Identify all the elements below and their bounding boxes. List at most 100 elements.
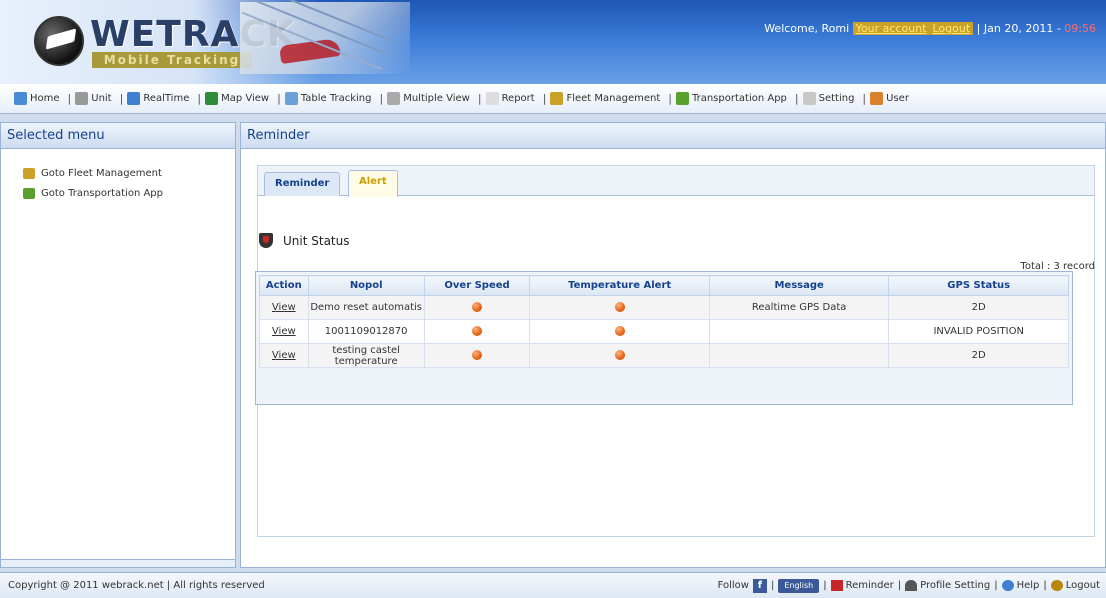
column-header[interactable]: Nopol — [307, 275, 425, 296]
temperature-alert-cell — [529, 295, 710, 320]
column-header[interactable]: Temperature Alert — [529, 275, 710, 296]
table-row: View 1001109012870 INVALID POSITION — [259, 319, 1069, 344]
your-account-link[interactable]: Your account — [852, 22, 930, 35]
facebook-icon[interactable]: f — [752, 578, 767, 593]
help-link[interactable]: Help — [1001, 580, 1040, 591]
nav-item-label: Table Tracking — [300, 93, 372, 104]
separator: | — [994, 580, 998, 591]
nav-separator: | — [119, 92, 124, 105]
nav-item-home[interactable]: Home — [14, 92, 60, 105]
nav-item-setting[interactable]: Setting — [802, 92, 854, 105]
over-speed-cell — [423, 295, 531, 320]
unit-icon — [75, 92, 89, 105]
column-header[interactable]: GPS Status — [888, 275, 1069, 296]
nav-item-label: User — [886, 93, 909, 104]
report-icon — [485, 92, 499, 105]
nav-separator: | — [862, 92, 867, 105]
separator: | — [976, 22, 981, 35]
separator: | — [897, 580, 902, 591]
column-header[interactable]: Message — [708, 275, 890, 296]
transport-icon — [675, 92, 689, 105]
header-logout-link[interactable]: Logout — [929, 22, 974, 35]
main-panel: Reminder Reminder Alert Unit Status Tota… — [240, 122, 1106, 568]
nav-item-realtime[interactable]: RealTime — [127, 92, 189, 105]
left-menu-item[interactable]: Goto Transportation App — [1, 183, 235, 203]
footer-reminder-label: Reminder — [845, 580, 894, 591]
transport-icon — [23, 187, 35, 199]
tab-alert[interactable]: Alert — [348, 170, 398, 197]
over-speed-status-icon — [472, 326, 483, 336]
nav-item-user[interactable]: User — [870, 92, 909, 105]
left-menu-item[interactable]: Goto Fleet Management — [1, 163, 235, 183]
nav-separator: | — [277, 92, 281, 105]
nav-item-label: Unit — [91, 93, 112, 104]
temperature-alert-status-icon — [614, 350, 625, 360]
view-link-cell: View — [259, 343, 309, 368]
left-panel-resize-handle[interactable] — [1, 559, 235, 567]
footer-reminder-link[interactable]: Reminder — [830, 580, 894, 591]
temperature-alert-cell — [529, 343, 710, 368]
message-cell: Realtime GPS Data — [708, 295, 890, 320]
nav-item-fleet-management[interactable]: Fleet Management — [550, 92, 660, 105]
nav-item-transportation-app[interactable]: Transportation App — [675, 92, 787, 105]
user-icon — [870, 92, 884, 105]
temperature-alert-status-icon — [614, 326, 625, 336]
column-header[interactable]: Action — [259, 275, 309, 296]
nav-separator: | — [477, 92, 482, 105]
gps-status-cell: 2D — [888, 343, 1069, 368]
shield-icon — [259, 233, 273, 248]
view-link[interactable]: View — [272, 326, 296, 337]
nav-item-multiple-view[interactable]: Multiple View — [387, 92, 470, 105]
footer-logout-link[interactable]: Logout — [1050, 580, 1100, 591]
nopol-cell: testing castel temperature — [307, 343, 425, 368]
header-time: 09:56 — [1064, 22, 1096, 35]
help-icon — [1001, 580, 1014, 591]
nav-separator: | — [668, 92, 672, 105]
facebook-like-badge[interactable]: English — [778, 578, 820, 593]
gps-status: INVALID POSITION — [933, 326, 1024, 337]
nopol: testing castel temperature — [332, 344, 400, 367]
view-link-cell: View — [259, 319, 309, 344]
nopol: 1001109012870 — [324, 326, 408, 337]
over-speed-status-icon — [472, 350, 483, 360]
nav-item-unit[interactable]: Unit — [75, 92, 112, 105]
logo-icon — [34, 16, 84, 66]
temperature-alert-status-icon — [614, 302, 625, 312]
tab-reminder[interactable]: Reminder — [264, 172, 341, 196]
nav-item-table-tracking[interactable]: Table Tracking — [284, 92, 372, 105]
date-dash: - — [1056, 22, 1061, 35]
logo-subtitle: Mobile Tracking — [92, 52, 252, 68]
gps-status-cell: 2D — [888, 295, 1069, 320]
nav-item-report[interactable]: Report — [485, 92, 535, 105]
welcome-text: Welcome, Romi — [764, 22, 850, 35]
profile-setting-link[interactable]: Profile Setting — [905, 580, 990, 591]
view-link[interactable]: View — [272, 350, 296, 361]
table-body: View Demo reset automatis Realtime GPS Dat… — [259, 295, 1069, 368]
nav-item-label: Fleet Management — [566, 93, 661, 104]
welcome-bar: Welcome, Romi Your account Logout | Jan 2… — [764, 22, 1096, 35]
logout-icon — [1050, 580, 1063, 591]
profile-setting-label: Profile Setting — [920, 580, 991, 591]
separator: | — [823, 580, 827, 591]
left-menu-item-label: Goto Transportation App — [41, 187, 164, 199]
separator: | — [770, 580, 775, 591]
header-map-illustration — [240, 2, 410, 74]
over-speed-cell — [423, 319, 531, 344]
help-label: Help — [1016, 580, 1040, 591]
message-cell — [708, 343, 890, 368]
gps-status: 2D — [971, 302, 986, 313]
nopol: Demo reset automatis — [310, 302, 422, 313]
section-title: Unit Status — [283, 233, 350, 248]
nav-separator: | — [197, 92, 202, 105]
table-row: View Demo reset automatis Realtime GPS Dat… — [259, 295, 1069, 320]
footer: Copyright @ 2011 webrack.net | All right… — [0, 572, 1106, 598]
temperature-alert-cell — [529, 319, 710, 344]
view-link[interactable]: View — [272, 302, 296, 313]
nav-item-label: RealTime — [143, 93, 190, 104]
nav-item-label: Map View — [221, 93, 270, 104]
setting-icon — [802, 92, 816, 105]
follow-label: Follow — [717, 580, 749, 591]
column-header[interactable]: Over Speed — [423, 275, 531, 296]
realtime-icon — [127, 92, 141, 105]
nav-item-map-view[interactable]: Map View — [205, 92, 269, 105]
